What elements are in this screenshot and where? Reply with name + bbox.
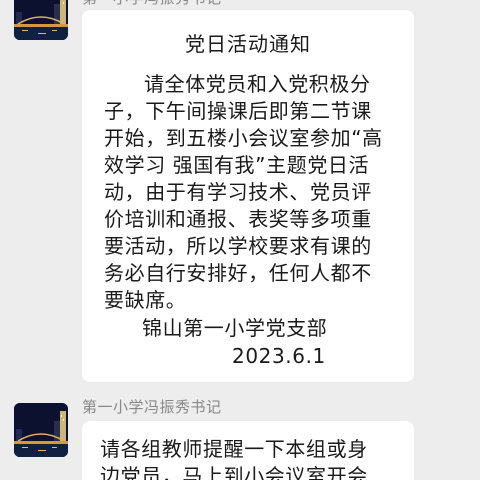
sender-avatar[interactable]	[14, 0, 68, 40]
message-bubble[interactable]: 请各组教师提醒一下本组或身 边党员，马上到小会议室开会	[82, 421, 414, 480]
city-night-bridge-avatar-icon	[14, 0, 68, 40]
chat-message-list[interactable]: 第一小学冯振秀书记 党日活动通知 请全体党员和入党积极分 子，下午间操课后即第二…	[0, 0, 480, 480]
notice-line: 要缺席。	[104, 288, 187, 312]
message-bubble[interactable]: 党日活动通知 请全体党员和入党积极分 子，下午间操课后即第二节课 开始，到五楼小…	[82, 10, 414, 382]
notice-signature-date: 2023.6.1	[232, 344, 326, 368]
notice-line: 请全体党员和入党积极分	[144, 72, 371, 96]
message-line: 请各组教师提醒一下本组或身	[100, 437, 368, 461]
sender-name: 第一小学冯振秀书记	[82, 0, 222, 8]
message-line: 边党员，马上到小会议室开会	[100, 464, 368, 480]
notice-title: 党日活动通知	[185, 32, 311, 56]
notice-line: 务必自行安排好，任何人都不	[104, 261, 372, 285]
notice-line: 价培训和通报、表奖等多项重	[104, 207, 372, 231]
city-night-bridge-avatar-icon	[14, 403, 68, 457]
sender-avatar[interactable]	[14, 403, 68, 457]
notice-line: 开始，到五楼小会议室参加“高	[104, 126, 383, 150]
notice-line: 动，由于有学习技术、党员评	[104, 180, 372, 204]
notice-signature-org: 锦山第一小学党支部	[142, 316, 328, 340]
notice-line: 效学习 强国有我”主题党日活	[104, 153, 370, 177]
notice-line: 子，下午间操课后即第二节课	[104, 99, 372, 123]
notice-line: 要活动，所以学校要求有课的	[104, 234, 372, 258]
sender-name: 第一小学冯振秀书记	[82, 398, 222, 416]
